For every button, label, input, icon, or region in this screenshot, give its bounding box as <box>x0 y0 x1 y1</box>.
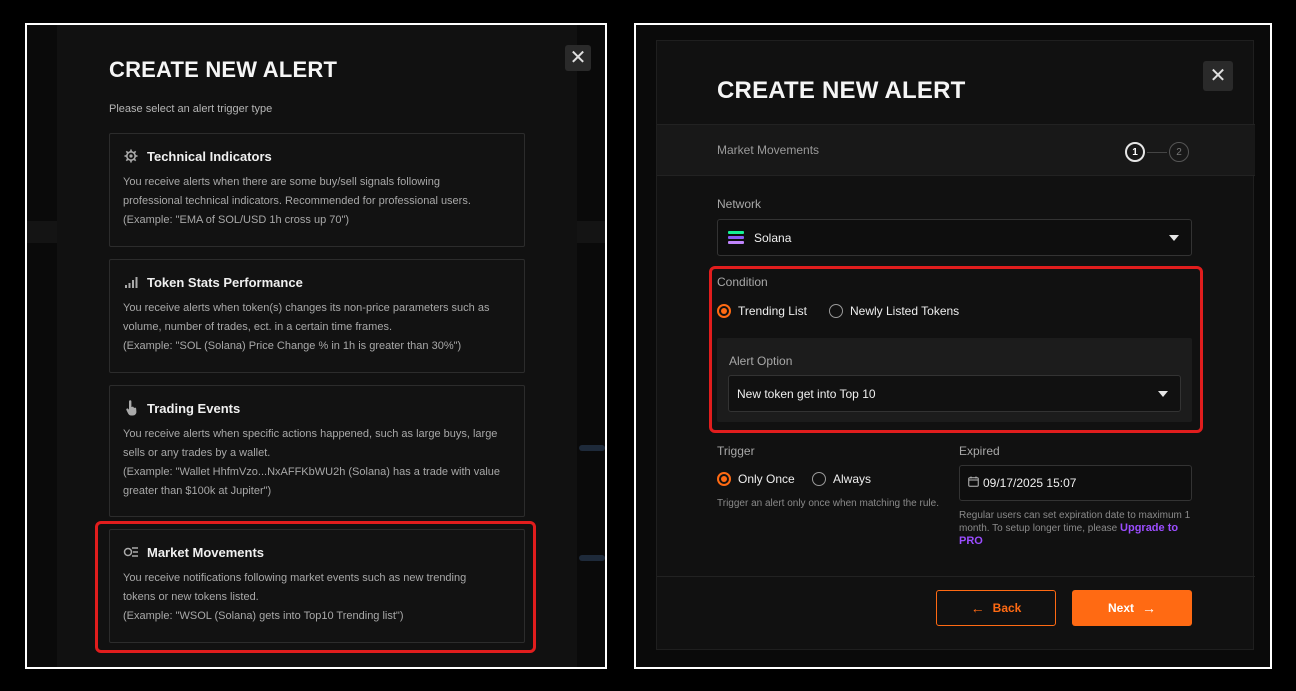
right-screenshot-panel: CREATE NEW ALERT ✕ Market Movements 1 2 … <box>634 23 1272 669</box>
network-label: Network <box>717 197 762 211</box>
network-select-value: Solana <box>754 230 792 245</box>
background-row <box>579 555 605 561</box>
trigger-help-text: Trigger an alert only once when matching… <box>717 498 939 509</box>
close-icon: ✕ <box>569 47 587 69</box>
trigger-type-title: Token Stats Performance <box>147 274 303 290</box>
next-button-label: Next <box>1107 601 1134 615</box>
expired-date-value: 09/17/2025 15:07 <box>983 476 1077 490</box>
arrow-left-icon: ← <box>970 600 985 616</box>
gear-icon <box>123 148 139 164</box>
trigger-type-example: greater than $100k at Jupiter") <box>123 485 272 497</box>
close-button[interactable]: ✕ <box>1203 61 1233 91</box>
back-button-label: Back <box>992 601 1022 615</box>
modal-subtitle: Please select an alert trigger type <box>109 103 273 115</box>
close-button[interactable]: ✕ <box>565 45 591 71</box>
hand-pointer-icon <box>123 400 139 416</box>
footer-divider <box>657 576 1255 577</box>
step-indicator-1: 1 <box>1125 142 1145 162</box>
trigger-type-description: professional technical indicators. Recom… <box>123 195 471 207</box>
trigger-radio-always[interactable]: Always <box>812 472 871 486</box>
trigger-type-example: (Example: "Wallet HhfmVzo...NxAFFKbWU2h … <box>123 466 501 478</box>
trigger-type-description: volume, number of trades, ect. in a cert… <box>123 321 393 333</box>
radio-label: Only Once <box>738 472 795 486</box>
trigger-radio-only-once[interactable]: Only Once <box>717 472 795 486</box>
trigger-type-token-stats-performance[interactable]: Token Stats Performance You receive aler… <box>109 259 525 373</box>
expired-date-input[interactable]: 09/17/2025 15:07 <box>959 465 1192 501</box>
bar-chart-icon <box>123 274 139 290</box>
radio-selected-icon <box>717 472 731 486</box>
trigger-type-title: Technical Indicators <box>147 148 272 164</box>
expired-help-text: Regular users can set expiration date to… <box>959 509 1199 548</box>
trigger-type-trading-events[interactable]: Trading Events You receive alerts when s… <box>109 385 525 517</box>
background-row <box>579 445 605 451</box>
background-row <box>27 221 57 243</box>
network-select[interactable]: Solana <box>717 219 1192 256</box>
trigger-type-description: You receive alerts when there are some b… <box>123 176 440 188</box>
trigger-type-technical-indicators[interactable]: Technical Indicators You receive alerts … <box>109 133 525 247</box>
solana-logo-icon <box>728 231 744 244</box>
calendar-icon <box>968 476 979 490</box>
trigger-type-example: (Example: "EMA of SOL/USD 1h cross up 70… <box>123 214 350 226</box>
close-icon: ✕ <box>1209 65 1227 87</box>
trigger-type-example: (Example: "SOL (Solana) Price Change % i… <box>123 340 462 352</box>
arrow-right-icon: → <box>1142 600 1156 616</box>
trigger-type-description: You receive alerts when specific actions… <box>123 428 498 440</box>
create-alert-modal: CREATE NEW ALERT ✕ Market Movements 1 2 … <box>656 40 1255 650</box>
step-header: Market Movements 1 2 <box>657 124 1255 176</box>
modal-title: CREATE NEW ALERT <box>109 57 338 82</box>
highlight-box-condition <box>709 266 1203 433</box>
radio-label: Always <box>833 472 872 486</box>
trigger-type-title: Trading Events <box>147 400 241 416</box>
step-indicator-2: 2 <box>1169 142 1189 162</box>
expired-label: Expired <box>959 444 1000 458</box>
trigger-type-description: sells or any trades by a wallet. <box>123 447 271 459</box>
trigger-type-description: You receive alerts when token(s) changes… <box>123 302 490 314</box>
highlight-box-market-movements <box>95 521 536 653</box>
left-screenshot-panel: CREATE NEW ALERT ✕ Please select an aler… <box>25 23 607 669</box>
next-button[interactable]: Next → <box>1072 590 1192 626</box>
step-connector <box>1147 152 1167 153</box>
modal-title: CREATE NEW ALERT <box>717 77 966 104</box>
background-row <box>577 221 605 243</box>
chevron-down-icon <box>1169 234 1179 241</box>
trigger-label: Trigger <box>717 444 755 458</box>
back-button[interactable]: ← Back <box>936 590 1056 626</box>
radio-unselected-icon <box>812 472 826 486</box>
step-label: Market Movements <box>717 143 820 157</box>
